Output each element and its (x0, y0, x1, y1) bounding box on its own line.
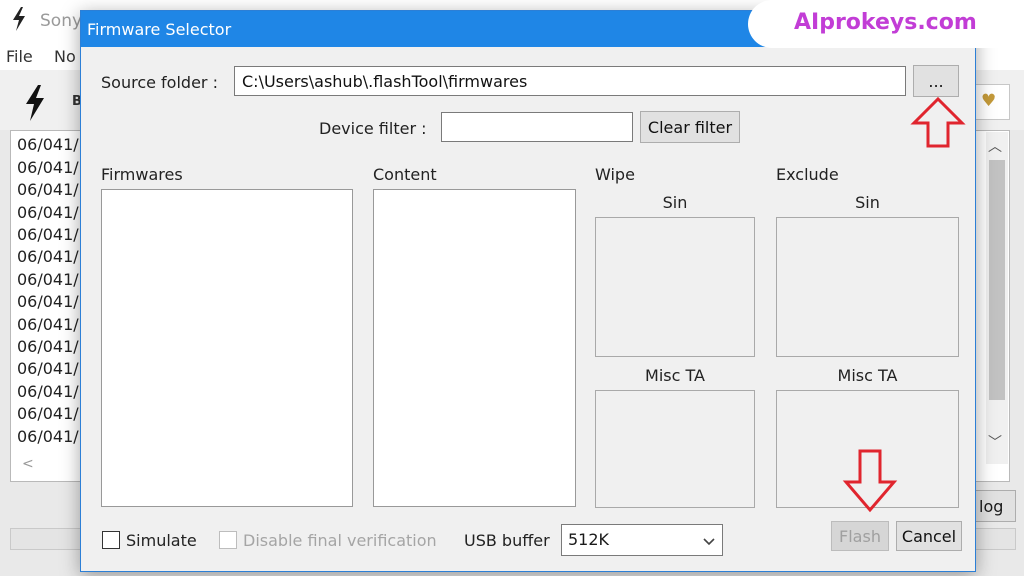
disable-final-verification-label: Disable final verification (243, 531, 437, 550)
log-line: 06/041/ (17, 225, 79, 244)
log-line: 06/041/ (17, 315, 79, 334)
usb-buffer-label: USB buffer (464, 531, 550, 550)
source-folder-label: Source folder : (101, 73, 218, 92)
lightning-icon (13, 7, 25, 31)
flash-tool-icon[interactable] (22, 84, 48, 122)
wipe-sin-label: Sin (662, 193, 688, 212)
scroll-down-icon[interactable]: ﹀ (988, 432, 1002, 452)
scroll-up-icon[interactable]: ︿ (988, 136, 1002, 156)
watermark-text: AIprokeys.com (794, 10, 977, 35)
wipe-misc-ta-label: Misc TA (645, 366, 705, 385)
menu-file[interactable]: File (6, 47, 33, 66)
exclude-label: Exclude (776, 165, 839, 184)
content-label: Content (373, 165, 437, 184)
log-line: 06/041/ (17, 337, 79, 356)
cancel-button[interactable]: Cancel (896, 521, 962, 551)
log-line: 06/041/ (17, 382, 79, 401)
firmwares-label: Firmwares (101, 165, 183, 184)
log-line: 06/041/ (17, 427, 79, 446)
wipe-label: Wipe (595, 165, 635, 184)
chevron-down-icon (703, 538, 715, 546)
simulate-checkbox[interactable] (102, 531, 120, 549)
simulate-label: Simulate (126, 531, 197, 550)
log-line: 06/041/ (17, 359, 79, 378)
scrollbar-thumb[interactable] (989, 160, 1005, 400)
favorite-button[interactable]: ♥ (972, 84, 1010, 120)
log-line: 06/041/ (17, 135, 79, 154)
log-line: 06/041/ (17, 404, 79, 423)
wipe-misc-ta-list[interactable] (595, 390, 755, 508)
log-line: 06/041/ (17, 203, 79, 222)
scroll-left-icon[interactable]: < (22, 456, 34, 472)
dialog-title: Firmware Selector (87, 20, 232, 39)
menu-no[interactable]: No (54, 47, 76, 66)
usb-buffer-value: 512K (568, 530, 610, 549)
watermark-badge: AIprokeys.com (748, 0, 1024, 48)
log-line: 06/041/ (17, 270, 79, 289)
log-line: 06/041/ (17, 247, 79, 266)
usb-buffer-select[interactable]: 512K (561, 524, 723, 556)
heart-icon: ♥ (981, 91, 997, 111)
wipe-sin-list[interactable] (595, 217, 755, 357)
disable-final-verification-checkbox[interactable] (219, 531, 237, 549)
flash-button[interactable]: Flash (831, 521, 889, 551)
annotation-up-arrow-icon (910, 96, 966, 148)
browse-folder-button[interactable]: ... (913, 65, 959, 97)
content-list[interactable] (373, 189, 576, 507)
log-line: 06/041/ (17, 158, 79, 177)
firmwares-list[interactable] (101, 189, 353, 507)
exclude-sin-list[interactable] (776, 217, 959, 357)
device-filter-input[interactable] (441, 112, 633, 142)
clear-filter-button[interactable]: Clear filter (640, 111, 740, 143)
annotation-down-arrow-icon (842, 449, 898, 513)
exclude-misc-ta-label: Misc TA (837, 366, 898, 385)
main-window-title: Sony (40, 11, 83, 31)
log-line: 06/041/ (17, 292, 79, 311)
exclude-sin-label: Sin (855, 193, 880, 212)
device-filter-label: Device filter : (319, 119, 427, 138)
source-folder-input[interactable] (234, 66, 906, 96)
log-line: 06/041/ (17, 180, 79, 199)
